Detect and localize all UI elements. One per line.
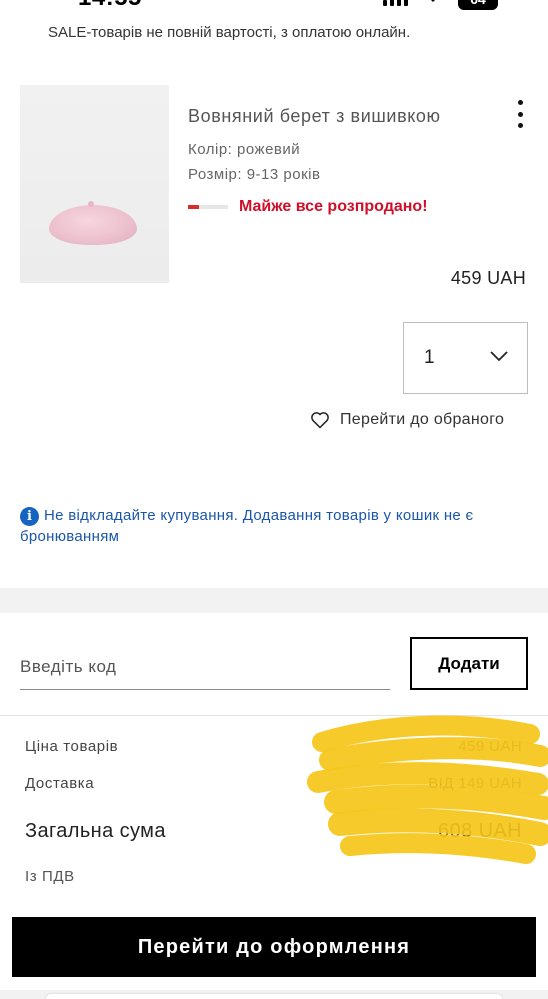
go-to-favorites-link[interactable]: Перейти до обраного bbox=[310, 410, 504, 430]
info-icon: i bbox=[20, 507, 39, 526]
stock-level-bar bbox=[188, 205, 228, 209]
divider-line bbox=[0, 715, 548, 716]
cellular-signal-icon bbox=[383, 0, 408, 6]
delivery-label: Доставка bbox=[25, 775, 95, 792]
info-message: i Не відкладайте купування. Додавання то… bbox=[20, 505, 528, 547]
more-options-icon[interactable] bbox=[512, 100, 528, 128]
wifi-icon bbox=[431, 0, 435, 2]
stock-status: Майже все розпродано! bbox=[239, 198, 428, 215]
total-value: 608 UAH bbox=[438, 820, 522, 842]
status-bar: 14:55 64 bbox=[0, 0, 548, 12]
promo-code-input[interactable] bbox=[20, 640, 390, 690]
product-image[interactable] bbox=[20, 85, 169, 283]
items-price-label: Ціна товарів bbox=[25, 738, 119, 755]
browser-bottom-bar bbox=[0, 990, 548, 999]
items-price-value: 459 UAH bbox=[458, 738, 522, 755]
vat-label: Із ПДВ bbox=[25, 868, 75, 885]
delivery-row: Доставка ВІД 149 UAH bbox=[25, 775, 522, 792]
chevron-down-icon bbox=[490, 351, 508, 362]
quantity-select[interactable]: 1 bbox=[403, 322, 528, 394]
section-divider bbox=[0, 588, 548, 613]
delivery-value: ВІД 149 UAH bbox=[428, 775, 522, 792]
beret-illustration bbox=[49, 205, 137, 245]
checkout-button[interactable]: Перейти до оформлення bbox=[12, 917, 536, 977]
product-color: Колір: рожевий bbox=[188, 141, 301, 158]
info-text: Не відкладайте купування. Додавання това… bbox=[20, 507, 474, 545]
total-label: Загальна сума bbox=[25, 820, 166, 842]
total-row: Загальна сума 608 UAH bbox=[25, 820, 522, 843]
battery-indicator: 64 bbox=[458, 0, 498, 10]
status-time: 14:55 bbox=[78, 0, 142, 12]
status-icons: 64 bbox=[383, 0, 498, 10]
product-price: 459 UAH bbox=[450, 268, 526, 288]
quantity-value: 1 bbox=[424, 347, 435, 368]
heart-icon bbox=[311, 412, 329, 429]
items-price-row: Ціна товарів 459 UAH bbox=[25, 738, 522, 755]
sale-notice: SALE-товарів не повній вартості, з оплат… bbox=[48, 24, 411, 41]
product-size: Розмір: 9-13 років bbox=[188, 166, 321, 183]
beret-stem bbox=[88, 201, 94, 207]
favorites-label: Перейти до обраного bbox=[340, 411, 505, 428]
product-title[interactable]: Вовняний берет з вишивкою bbox=[188, 106, 441, 127]
address-pill[interactable] bbox=[46, 994, 502, 999]
apply-promo-button[interactable]: Додати bbox=[410, 637, 528, 690]
